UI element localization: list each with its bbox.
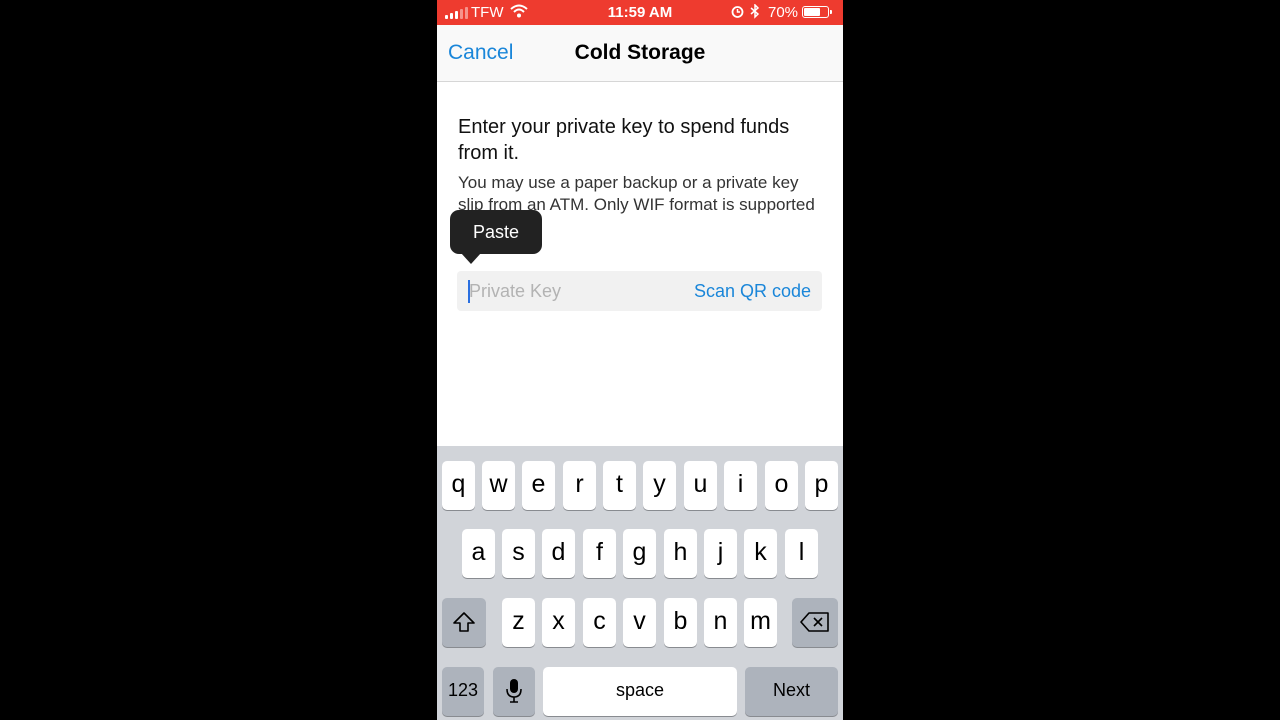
microphone-icon	[506, 679, 522, 703]
key-j[interactable]: j	[704, 529, 737, 578]
key-g[interactable]: g	[623, 529, 656, 578]
instruction-headline: Enter your private key to spend funds fr…	[458, 116, 790, 164]
dictation-key[interactable]	[493, 667, 535, 716]
key-y[interactable]: y	[643, 461, 676, 510]
key-w[interactable]: w	[482, 461, 515, 510]
backspace-icon	[800, 612, 829, 632]
key-a[interactable]: a	[462, 529, 495, 578]
delete-key[interactable]	[792, 598, 838, 647]
popup-arrow	[461, 253, 481, 264]
shift-key[interactable]	[442, 598, 486, 647]
phone-screen: TFW 11:59 AM 70% Cancel Cold Storage Ent…	[437, 0, 843, 720]
battery-percent: 70%	[768, 4, 799, 21]
key-p[interactable]: p	[805, 461, 838, 510]
next-key[interactable]: Next	[745, 667, 838, 716]
key-o[interactable]: o	[765, 461, 798, 510]
key-n[interactable]: n	[704, 598, 737, 647]
page-title: Cold Storage	[574, 41, 706, 64]
key-q[interactable]: q	[442, 461, 475, 510]
numbers-key[interactable]: 123	[442, 667, 484, 716]
key-d[interactable]: d	[542, 529, 575, 578]
key-m[interactable]: m	[744, 598, 777, 647]
key-b[interactable]: b	[664, 598, 697, 647]
key-i[interactable]: i	[724, 461, 757, 510]
status-bar: TFW 11:59 AM 70%	[437, 0, 843, 25]
key-k[interactable]: k	[744, 529, 777, 578]
key-u[interactable]: u	[684, 461, 717, 510]
bluetooth-icon	[750, 3, 760, 23]
paste-popup[interactable]: Paste	[450, 210, 542, 264]
key-e[interactable]: e	[522, 461, 555, 510]
private-key-field: Scan QR code	[457, 271, 822, 311]
paste-label: Paste	[472, 222, 520, 242]
battery-icon	[802, 6, 832, 18]
key-r[interactable]: r	[563, 461, 596, 510]
navigation-bar: Cancel Cold Storage	[437, 25, 843, 82]
text-cursor	[468, 280, 470, 303]
key-f[interactable]: f	[583, 529, 616, 578]
key-c[interactable]: c	[583, 598, 616, 647]
alarm-icon	[730, 4, 745, 23]
key-v[interactable]: v	[623, 598, 656, 647]
key-x[interactable]: x	[542, 598, 575, 647]
key-l[interactable]: l	[785, 529, 818, 578]
private-key-input[interactable]	[469, 279, 679, 303]
scan-qr-code-button[interactable]: Scan QR code	[694, 281, 811, 302]
key-t[interactable]: t	[603, 461, 636, 510]
key-s[interactable]: s	[502, 529, 535, 578]
key-h[interactable]: h	[664, 529, 697, 578]
shift-icon	[453, 612, 475, 632]
keyboard: q w e r t y u i o p a s d f g h j k l z …	[437, 446, 843, 720]
key-z[interactable]: z	[502, 598, 535, 647]
space-key[interactable]: space	[543, 667, 737, 716]
